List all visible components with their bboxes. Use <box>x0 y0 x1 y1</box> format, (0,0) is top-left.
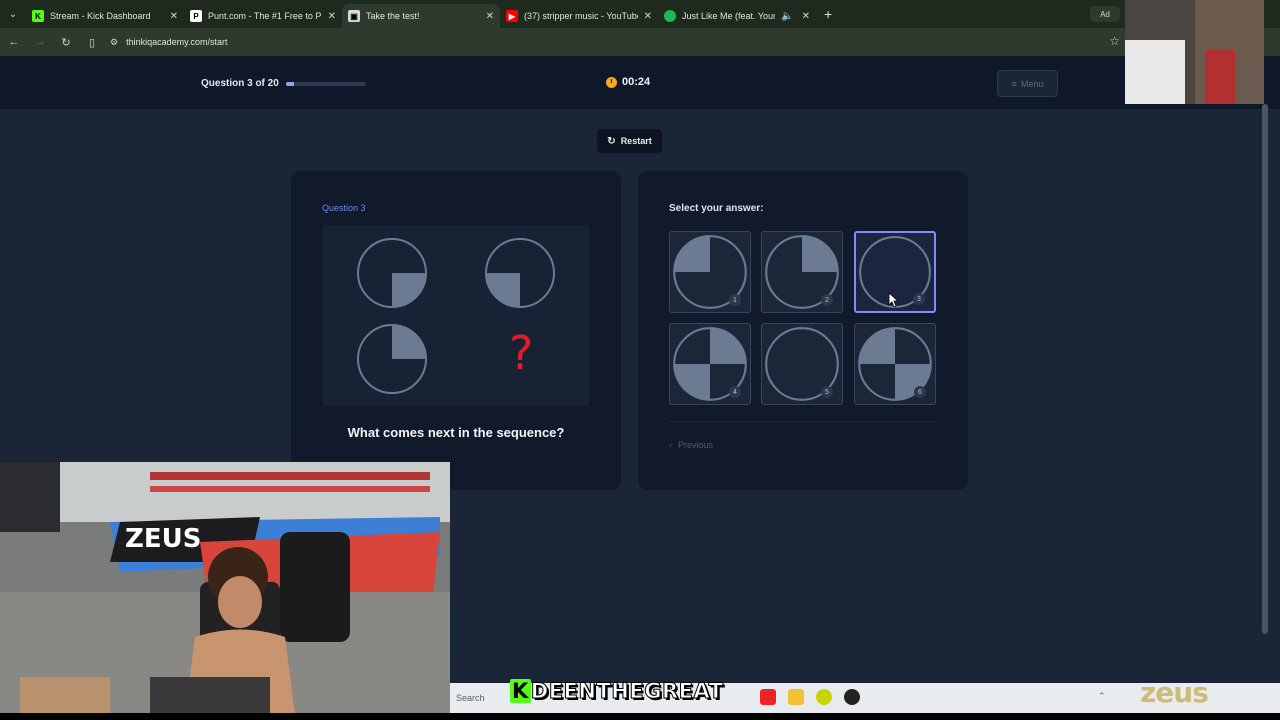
webcam-image: ZEUS <box>0 462 450 715</box>
option-number: 6 <box>914 386 926 398</box>
puzzle-grid: ? <box>323 225 589 406</box>
close-tab-icon[interactable]: ✕ <box>644 11 652 22</box>
answer-option-6[interactable]: 6 <box>854 323 936 405</box>
obs-icon[interactable] <box>844 689 860 705</box>
browser-tab-active[interactable]: ▣ Take the test! ✕ <box>342 4 500 28</box>
question-counter: Question 3 of 20 <box>201 78 279 89</box>
url-text: thinkiqacademy.com/start <box>126 37 228 47</box>
restart-icon: ↻ <box>607 135 616 147</box>
bookmark-star-icon[interactable]: ☆ <box>1109 34 1120 48</box>
browser-tab[interactable]: K Stream - Kick Dashboard ✕ <box>26 4 184 28</box>
back-arrow-icon[interactable]: ← <box>2 30 26 54</box>
tab-title: Punt.com - The #1 Free to Play <box>208 11 322 21</box>
option-number: 4 <box>729 386 741 398</box>
page-icon: ▣ <box>348 10 360 22</box>
question-label: Question 3 <box>322 203 366 213</box>
kick-badge: K <box>510 679 531 703</box>
tab-title: (37) stripper music - YouTube <box>524 11 638 21</box>
taskbar-search[interactable]: Search <box>456 693 485 703</box>
progress-fill <box>286 82 294 86</box>
menu-button[interactable]: ≡ Menu <box>997 70 1058 97</box>
youtube-music-icon[interactable] <box>760 689 776 705</box>
timer-value: 00:24 <box>622 76 651 88</box>
option-number: 2 <box>821 294 833 306</box>
spotify-icon: ● <box>664 10 676 22</box>
option-number: 3 <box>913 293 925 305</box>
answer-option-4[interactable]: 4 <box>669 323 751 405</box>
restart-label: Restart <box>620 136 652 146</box>
tab-overflow-button[interactable]: Ad <box>1090 6 1120 22</box>
tab-title: Take the test! <box>366 11 420 21</box>
close-tab-icon[interactable]: ✕ <box>170 11 178 22</box>
streamer-name: DEENTHEGREAT <box>530 679 724 704</box>
chevron-left-icon: ‹ <box>669 440 672 450</box>
secondary-camera-overlay <box>1125 0 1264 104</box>
secondary-camera-image <box>1125 0 1264 104</box>
tab-title: Stream - Kick Dashboard <box>50 11 151 21</box>
previous-button[interactable]: ‹ Previous <box>669 440 713 450</box>
close-tab-icon[interactable]: ✕ <box>802 11 810 22</box>
svg-text:ZEUS: ZEUS <box>125 524 201 554</box>
option-number: 1 <box>729 294 741 306</box>
quiz-header: Question 3 of 20 00:24 ≡ Menu <box>0 56 1280 110</box>
webcam-overlay: ZEUS <box>0 462 450 715</box>
question-card: Question 3 ? What comes next in the sequ… <box>291 171 621 490</box>
bottom-letterbox <box>0 713 1280 720</box>
puzzle-cell-2 <box>485 238 555 308</box>
streamer-name-watermark: KDEENTHEGREAT <box>510 679 724 704</box>
punt-icon: P <box>190 10 202 22</box>
missing-question-mark: ? <box>509 326 534 380</box>
close-tab-icon[interactable]: ✕ <box>486 11 494 22</box>
site-info-icon[interactable]: ⚙ <box>110 37 118 48</box>
answer-card: Select your answer: 1 2 3 4 5 6 ‹ Previo… <box>638 171 968 490</box>
hamburger-icon: ≡ <box>1011 78 1017 89</box>
youtube-icon: ▶ <box>506 10 518 22</box>
file-explorer-icon[interactable] <box>788 689 804 705</box>
close-tab-icon[interactable]: ✕ <box>328 11 336 22</box>
new-tab-button[interactable]: + <box>824 6 832 22</box>
forward-arrow-icon[interactable]: → <box>28 30 52 54</box>
sidebar-icon[interactable]: ▯ <box>80 30 104 54</box>
taskbar-icons <box>760 689 860 705</box>
select-answer-label: Select your answer: <box>669 203 764 214</box>
answer-option-5[interactable]: 5 <box>761 323 843 405</box>
answer-option-2[interactable]: 2 <box>761 231 843 313</box>
reload-icon[interactable]: ↻ <box>54 30 78 54</box>
tab-search-button[interactable]: ⌄ <box>0 0 26 28</box>
browser-toolbar: ← → ↻ ▯ ⚙ thinkiqacademy.com/start ☆ <box>0 28 1280 56</box>
menu-label: Menu <box>1020 78 1044 89</box>
browser-tab[interactable]: ▶ (37) stripper music - YouTube ✕ <box>500 4 658 28</box>
timer: 00:24 <box>606 76 650 88</box>
clock-icon <box>606 76 617 88</box>
browser-tab[interactable]: ● Just Like Me (feat. Young Th 🔈 ✕ <box>658 4 816 28</box>
page-scrollbar[interactable] <box>1262 104 1268 634</box>
puzzle-cell-1 <box>357 238 427 308</box>
option-number: 5 <box>821 386 833 398</box>
question-prompt: What comes next in the sequence? <box>347 425 565 440</box>
address-bar[interactable]: ⚙ thinkiqacademy.com/start <box>110 37 227 48</box>
progress-bar <box>286 82 366 86</box>
kick-icon: K <box>32 10 44 22</box>
restart-button[interactable]: ↻ Restart <box>597 129 662 153</box>
mute-icon[interactable]: 🔈 <box>781 11 793 22</box>
previous-label: Previous <box>678 440 714 450</box>
tab-title: Just Like Me (feat. Young Th <box>682 11 775 21</box>
app-icon[interactable] <box>816 689 832 705</box>
system-tray-chevron-icon[interactable]: ⌃ <box>1098 691 1106 702</box>
mouse-cursor-icon <box>888 292 900 308</box>
answer-option-1[interactable]: 1 <box>669 231 751 313</box>
puzzle-cell-3 <box>357 324 427 394</box>
browser-tab-bar: ⌄ K Stream - Kick Dashboard ✕ P Punt.com… <box>0 0 1280 28</box>
divider <box>669 421 935 422</box>
browser-tab[interactable]: P Punt.com - The #1 Free to Play ✕ <box>184 4 342 28</box>
zeus-logo: zeus <box>1140 676 1209 709</box>
